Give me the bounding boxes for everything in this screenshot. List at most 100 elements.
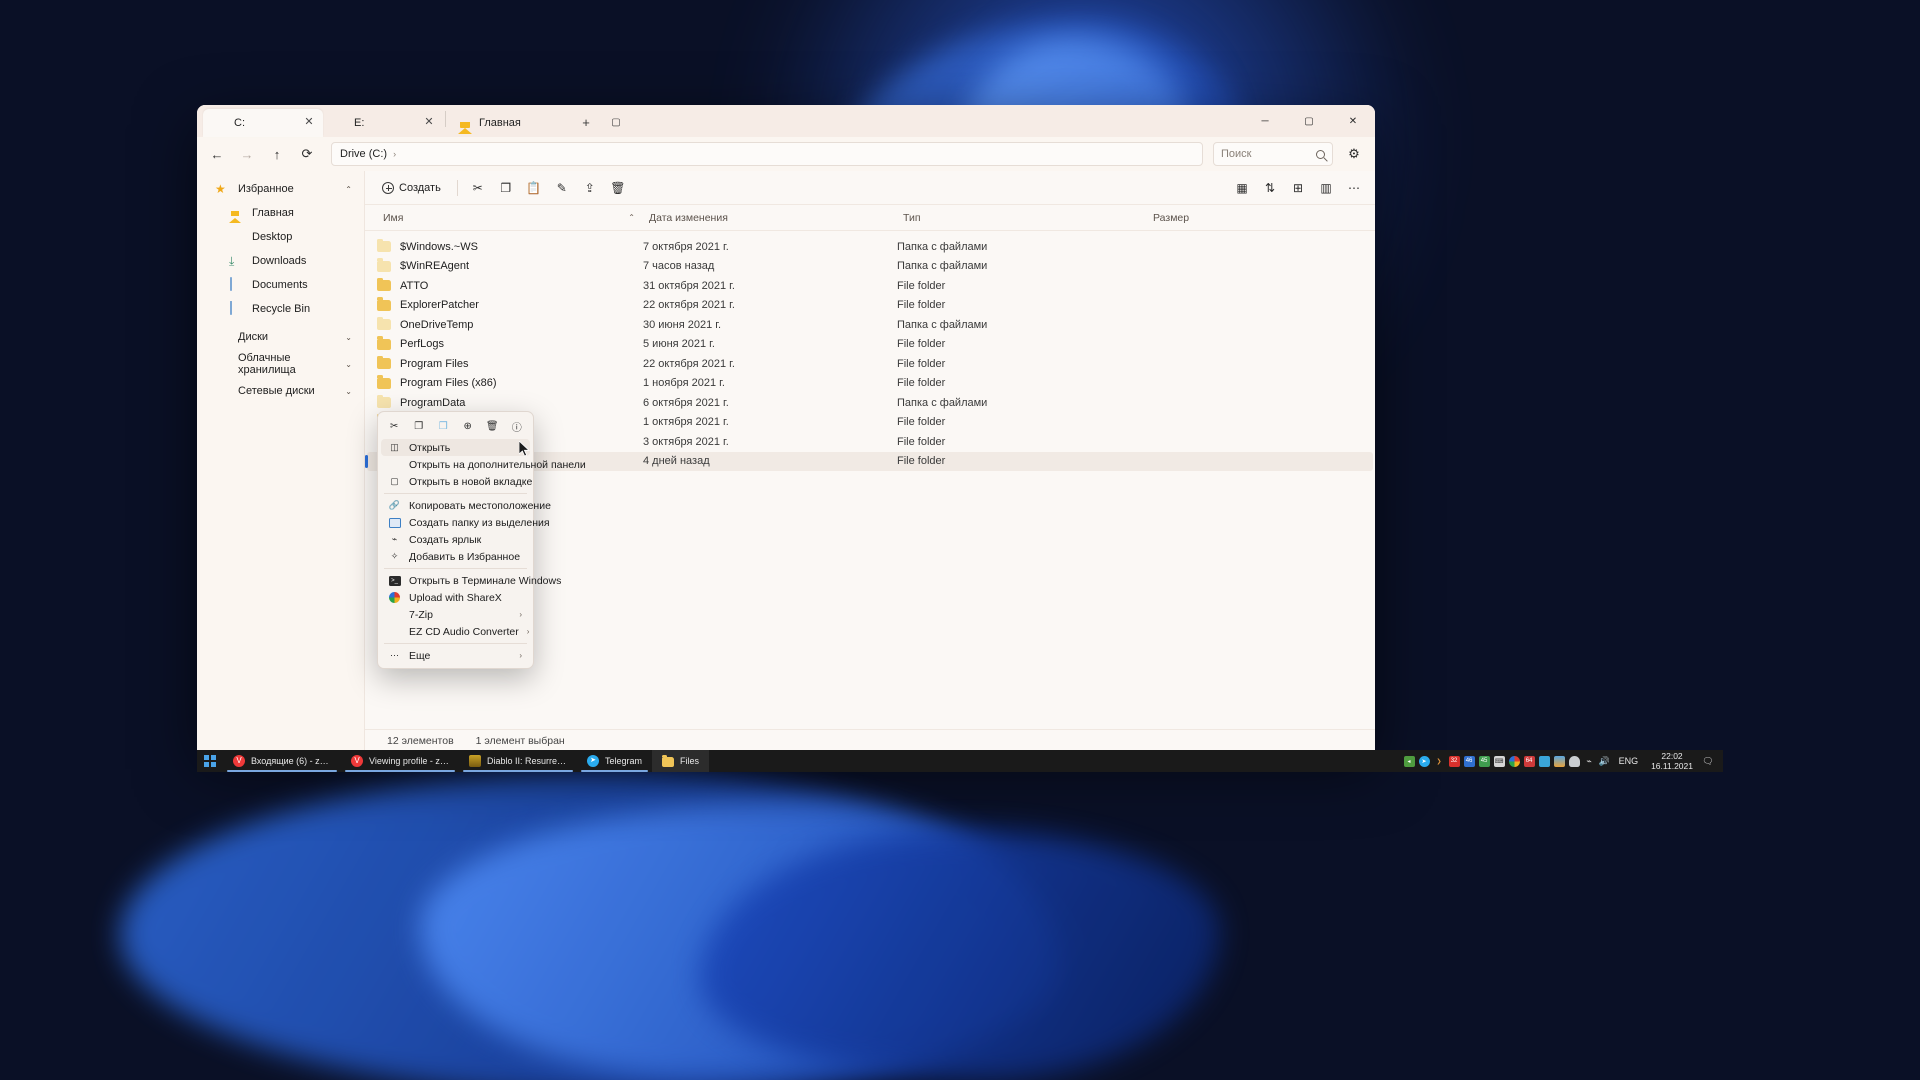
column-header-date[interactable]: Дата изменения	[649, 212, 903, 224]
sort-icon[interactable]: ⇅	[1257, 176, 1283, 200]
table-row[interactable]: $Windows.~WS 7 октября 2021 г. Папка с фай…	[367, 237, 1373, 257]
tab-close-button[interactable]: ✕	[421, 115, 437, 131]
context-menu-item[interactable]: EZ CD Audio Converter ›	[381, 623, 530, 640]
layout-icon[interactable]: ▦	[1229, 176, 1255, 200]
settings-icon[interactable]: ⚙	[1341, 142, 1367, 166]
table-row[interactable]: ProgramData 6 октября 2021 г. Папка с файл…	[367, 393, 1373, 413]
hidden-icons-chevron[interactable]: ◂	[1403, 755, 1415, 767]
maximize-button[interactable]: ▢	[1287, 105, 1331, 137]
keyboard-icon[interactable]: ⌨	[1493, 755, 1505, 767]
green-badge-icon[interactable]: 45	[1478, 755, 1490, 767]
context-menu-item[interactable]: Upload with ShareX	[381, 589, 530, 606]
table-row[interactable]: PerfLogs 5 июня 2021 г. File folder	[367, 335, 1373, 355]
chevron-down-icon[interactable]: ⌄	[345, 333, 352, 342]
up-button[interactable]: ↑	[263, 141, 291, 167]
breadcrumb[interactable]: Drive (C:) ›	[331, 142, 1203, 166]
taskbar-task[interactable]: Files	[652, 750, 710, 772]
sidebar-group-network-drives[interactable]: Сетевые диски ⌄	[201, 379, 360, 403]
red-app-icon[interactable]: 64	[1523, 755, 1535, 767]
tab-drive-e[interactable]: E: ✕	[323, 109, 443, 137]
chevron-up-icon[interactable]: ⌃	[345, 185, 352, 194]
back-button[interactable]: ←	[203, 141, 231, 167]
context-menu-item[interactable]: >_ Открыть в Терминале Windows	[381, 572, 561, 589]
taskbar-task-label: Diablo II: Resurrected	[487, 756, 567, 766]
close-button[interactable]: ✕	[1331, 105, 1375, 137]
tab-list-button[interactable]: ▢	[604, 110, 628, 134]
column-header-name[interactable]: Имя ⌃	[383, 212, 649, 224]
tab-close-button[interactable]	[546, 115, 562, 131]
table-row[interactable]: Program Files (x86) 1 ноября 2021 г. File …	[367, 374, 1373, 394]
chevron-down-icon[interactable]: ⌄	[345, 387, 352, 396]
minimize-button[interactable]: ─	[1243, 105, 1287, 137]
context-menu-item[interactable]: ◫ Открыть	[381, 439, 530, 456]
cut-icon[interactable]: ✂	[384, 417, 404, 436]
new-button[interactable]: Создать	[373, 176, 450, 200]
tab-home[interactable]: Главная	[448, 109, 568, 137]
taskbar-task[interactable]: Viewing profile - ze...	[341, 750, 459, 772]
more-icon[interactable]: ⋯	[1341, 176, 1367, 200]
rename-icon[interactable]: ✎	[549, 176, 575, 200]
column-header-size[interactable]: Размер	[1153, 212, 1375, 224]
red-badge-icon[interactable]: 32	[1448, 755, 1460, 767]
group-icon[interactable]: ⊞	[1285, 176, 1311, 200]
context-menu-item[interactable]: Открыть на дополнительной панели	[381, 456, 586, 473]
telegram-tray-icon[interactable]: ➤	[1418, 755, 1430, 767]
sidebar-item-desktop[interactable]: Desktop	[201, 225, 360, 249]
paste-icon[interactable]: 📋	[521, 176, 547, 200]
clock[interactable]: 22:02 16.11.2021	[1647, 751, 1697, 771]
context-menu-item[interactable]: Создать папку из выделения	[381, 514, 550, 531]
sidebar-item-documents[interactable]: Documents	[201, 273, 360, 297]
context-menu-item[interactable]: ⋯ Еще ›	[381, 647, 530, 664]
context-menu-item[interactable]: ✧ Добавить в Избранное	[381, 548, 530, 565]
orange-app-icon[interactable]	[1553, 755, 1565, 767]
table-row[interactable]: OneDriveTemp 30 июня 2021 г. Папка с файла…	[367, 315, 1373, 335]
copy-icon[interactable]: ❐	[409, 417, 429, 436]
breadcrumb-segment[interactable]: Drive (C:)	[340, 148, 387, 160]
context-menu-item[interactable]: 🔗 Копировать местоположение	[381, 497, 551, 514]
start-icon[interactable]	[197, 750, 223, 772]
sidebar-group-favorites[interactable]: ★ Избранное ⌃	[201, 177, 360, 201]
tab-drive-c[interactable]: C: ✕	[203, 109, 323, 137]
wifi-icon[interactable]: ⌁	[1584, 756, 1595, 767]
sidebar-group-disks[interactable]: Диски ⌄	[201, 325, 360, 349]
tab-close-button[interactable]: ✕	[301, 115, 317, 131]
volume-icon[interactable]: 🔊	[1598, 756, 1609, 767]
context-menu-item[interactable]: ▢ Открыть в новой вкладке	[381, 473, 532, 490]
new-tab-button[interactable]: +	[574, 110, 598, 134]
table-row[interactable]: ExplorerPatcher 22 октября 2021 г. File fo…	[367, 296, 1373, 316]
properties-icon[interactable]: ⓘ	[507, 417, 527, 436]
rename-icon[interactable]: ⊕	[458, 417, 478, 436]
preview-pane-icon[interactable]: ▥	[1313, 176, 1339, 200]
sidebar-item-recycle-bin[interactable]: Recycle Bin	[201, 297, 360, 321]
context-menu-item[interactable]: 7-Zip ›	[381, 606, 530, 623]
copy-icon[interactable]: ❐	[493, 176, 519, 200]
sidebar-item-downloads[interactable]: ⤓ Downloads	[201, 249, 360, 273]
table-row[interactable]: ATTO 31 октября 2021 г. File folder	[367, 276, 1373, 296]
blue-badge-icon[interactable]: 46	[1463, 755, 1475, 767]
column-header-type[interactable]: Тип	[903, 212, 1153, 224]
arrow-tray-icon[interactable]: ❯	[1434, 756, 1445, 767]
context-menu-item[interactable]: ⌁ Создать ярлык	[381, 531, 530, 548]
share-icon[interactable]: ⇪	[577, 176, 603, 200]
delete-icon[interactable]: 🗑	[482, 417, 502, 436]
table-row[interactable]: $WinREAgent 7 часов назад Папка с файлами	[367, 257, 1373, 277]
sidebar-item-home[interactable]: Главная	[201, 201, 360, 225]
paste-icon[interactable]: ❒	[433, 417, 453, 436]
taskbar-task[interactable]: Diablo II: Resurrected	[459, 750, 577, 772]
notification-icon[interactable]: 🗨	[1701, 754, 1715, 768]
chrome-icon[interactable]	[1508, 755, 1520, 767]
refresh-button[interactable]: ⟳	[293, 141, 321, 167]
search-input[interactable]: Поиск	[1213, 142, 1333, 166]
taskbar-task[interactable]: Входящие (6) - zele...	[223, 750, 341, 772]
language-indicator[interactable]: ENG	[1614, 756, 1644, 766]
sidebar-group-label: Облачные хранилища	[238, 352, 296, 376]
cut-icon[interactable]: ✂	[465, 176, 491, 200]
forward-button[interactable]: →	[233, 141, 261, 167]
delete-icon[interactable]: 🗑	[605, 176, 631, 200]
onedrive-icon[interactable]	[1568, 755, 1580, 767]
chevron-down-icon[interactable]: ⌄	[345, 360, 352, 369]
screen-icon[interactable]	[1538, 755, 1550, 767]
taskbar-task[interactable]: Telegram	[577, 750, 652, 772]
table-row[interactable]: Program Files 22 октября 2021 г. File fold…	[367, 354, 1373, 374]
sidebar-group-cloud-storage[interactable]: Облачные хранилища ⌄	[201, 352, 360, 376]
